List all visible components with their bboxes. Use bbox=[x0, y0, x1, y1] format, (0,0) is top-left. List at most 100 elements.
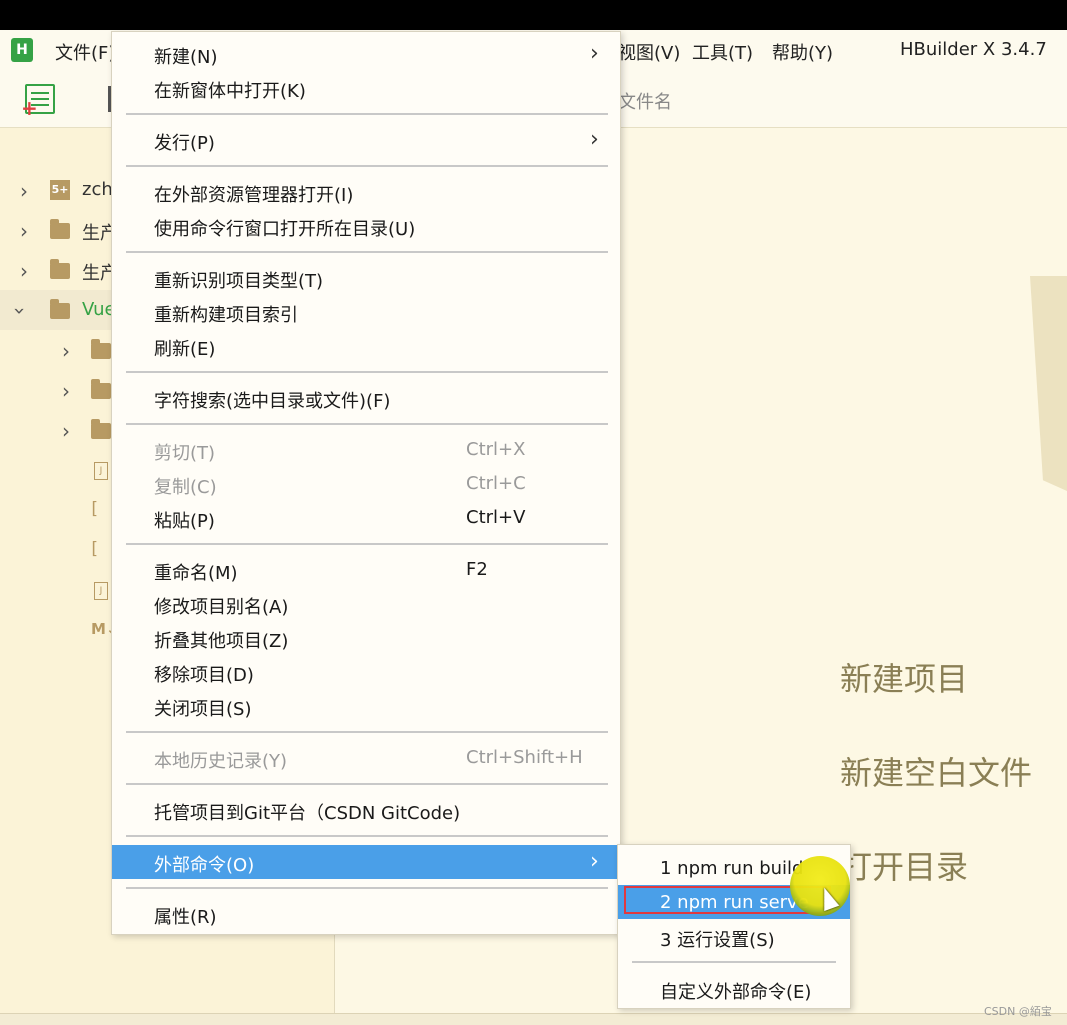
menu-help[interactable]: 帮助(Y) bbox=[772, 39, 833, 65]
menu-item-refresh[interactable]: 刷新(E) bbox=[112, 329, 620, 363]
menu-separator bbox=[632, 961, 836, 963]
menu-item-shortcut: Ctrl+Shift+H bbox=[466, 747, 583, 768]
menu-separator bbox=[126, 835, 608, 837]
decorative-shape bbox=[1030, 276, 1067, 491]
chevron-right-icon[interactable]: › bbox=[20, 259, 28, 283]
menu-item-copy[interactable]: 复制(C) Ctrl+C bbox=[112, 467, 620, 501]
menu-item-rebuild-index[interactable]: 重新构建项目索引 bbox=[112, 295, 620, 329]
menu-item-label: 重新构建项目索引 bbox=[154, 305, 298, 326]
submenu-item-run-settings[interactable]: 3 运行设置(S) bbox=[618, 919, 850, 953]
menu-item-label: 重新识别项目类型(T) bbox=[154, 271, 324, 292]
watermark: CSDN @絔宝 bbox=[984, 1005, 1052, 1018]
menu-separator bbox=[126, 371, 608, 373]
menu-item-shortcut: Ctrl+X bbox=[466, 439, 526, 460]
menu-item-remove[interactable]: 移除项目(D) bbox=[112, 655, 620, 689]
welcome-open-directory[interactable]: 打开目录 bbox=[840, 842, 968, 888]
welcome-new-blank-file[interactable]: 新建空白文件 bbox=[840, 748, 1032, 794]
menu-item-shortcut: Ctrl+C bbox=[466, 473, 526, 494]
context-menu: 新建(N) › 在新窗体中打开(K) 发行(P) › 在外部资源管理器打开(I)… bbox=[111, 31, 621, 935]
menu-separator bbox=[126, 731, 608, 733]
menu-item-label: 重命名(M) bbox=[154, 563, 238, 584]
menu-item-label: 字符搜索(选中目录或文件)(F) bbox=[154, 391, 391, 412]
menu-item-alias[interactable]: 修改项目别名(A) bbox=[112, 587, 620, 621]
menu-item-label: 剪切(T) bbox=[154, 443, 216, 464]
chevron-right-icon[interactable]: › bbox=[62, 379, 70, 403]
menu-item-label: 修改项目别名(A) bbox=[154, 597, 289, 618]
cursor-highlight bbox=[790, 856, 850, 916]
chevron-right-icon: › bbox=[590, 127, 599, 152]
menu-item-search[interactable]: 字符搜索(选中目录或文件)(F) bbox=[112, 381, 620, 415]
menu-item-history[interactable]: 本地历史记录(Y) Ctrl+Shift+H bbox=[112, 741, 620, 775]
project-s-icon: 5+ bbox=[50, 180, 70, 200]
file-search-hint[interactable]: 文件名 bbox=[618, 88, 672, 114]
chevron-right-icon[interactable]: › bbox=[62, 339, 70, 363]
menu-separator bbox=[126, 887, 608, 889]
menu-item-label: 在新窗体中打开(K) bbox=[154, 81, 306, 102]
folder-icon bbox=[91, 339, 111, 359]
menu-item-reidentify-type[interactable]: 重新识别项目类型(T) bbox=[112, 261, 620, 295]
menu-item-label: 发行(P) bbox=[154, 133, 215, 154]
menu-item-label: 新建(N) bbox=[154, 47, 218, 68]
welcome-new-project[interactable]: 新建项目 bbox=[840, 654, 968, 700]
menu-separator bbox=[126, 251, 608, 253]
js-file-icon: J bbox=[94, 462, 108, 480]
chevron-right-icon[interactable]: › bbox=[20, 219, 28, 243]
js-file-icon: J bbox=[94, 582, 108, 600]
menu-item-label: 关闭项目(S) bbox=[154, 699, 252, 720]
new-file-icon[interactable]: + bbox=[21, 84, 55, 118]
menu-item-label: 外部命令(O) bbox=[154, 855, 255, 876]
folder-icon bbox=[50, 259, 70, 279]
menu-item-shortcut: F2 bbox=[466, 559, 488, 580]
menu-item-label: 使用命令行窗口打开所在目录(U) bbox=[154, 219, 416, 240]
menu-item-cut[interactable]: 剪切(T) Ctrl+X bbox=[112, 433, 620, 467]
window-top-bar bbox=[0, 0, 1067, 30]
menu-item-label: 复制(C) bbox=[154, 477, 217, 498]
menu-item-close[interactable]: 关闭项目(S) bbox=[112, 689, 620, 723]
menu-file[interactable]: 文件(F) bbox=[55, 39, 115, 65]
menu-item-rename[interactable]: 重命名(M) F2 bbox=[112, 553, 620, 587]
menu-item-paste[interactable]: 粘贴(P) Ctrl+V bbox=[112, 501, 620, 535]
tree-item-label: zch bbox=[82, 179, 113, 200]
menu-item-new[interactable]: 新建(N) › bbox=[112, 37, 620, 71]
status-bar bbox=[0, 1013, 1067, 1025]
menu-separator bbox=[126, 113, 608, 115]
menu-item-label: 移除项目(D) bbox=[154, 665, 254, 686]
menu-item-label: 折叠其他项目(Z) bbox=[154, 631, 289, 652]
menu-item-fold-others[interactable]: 折叠其他项目(Z) bbox=[112, 621, 620, 655]
menu-separator bbox=[126, 165, 608, 167]
menu-separator bbox=[126, 543, 608, 545]
menu-item-properties[interactable]: 属性(R) bbox=[112, 897, 620, 931]
menu-separator bbox=[126, 783, 608, 785]
hbuilder-logo-icon: H bbox=[11, 38, 33, 62]
chevron-right-icon[interactable]: › bbox=[62, 419, 70, 443]
chevron-down-icon[interactable]: › bbox=[8, 307, 32, 315]
menu-item-label: 托管项目到Git平台（CSDN GitCode) bbox=[154, 803, 461, 824]
menu-separator bbox=[126, 423, 608, 425]
app-version: HBuilder X 3.4.7 bbox=[900, 39, 1047, 60]
folder-open-icon bbox=[50, 299, 70, 319]
menu-item-label: 刷新(E) bbox=[154, 339, 216, 360]
menu-item-external-commands[interactable]: 外部命令(O) › bbox=[112, 845, 620, 879]
folder-icon bbox=[50, 219, 70, 239]
menu-item-label: 粘贴(P) bbox=[154, 511, 215, 532]
folder-icon bbox=[91, 419, 111, 439]
menu-item-shortcut: Ctrl+V bbox=[466, 507, 526, 528]
submenu-item-label: 3 运行设置(S) bbox=[660, 930, 775, 951]
submenu-item-custom-command[interactable]: 自定义外部命令(E) bbox=[618, 971, 850, 1005]
folder-icon bbox=[91, 379, 111, 399]
menu-item-label: 本地历史记录(Y) bbox=[154, 751, 288, 772]
menu-item-open-explorer[interactable]: 在外部资源管理器打开(I) bbox=[112, 175, 620, 209]
chevron-right-icon[interactable]: › bbox=[20, 179, 28, 203]
menu-view[interactable]: 视图(V) bbox=[618, 39, 680, 65]
chevron-right-icon: › bbox=[590, 849, 599, 874]
menu-item-label: 属性(R) bbox=[154, 907, 217, 928]
menu-item-label: 在外部资源管理器打开(I) bbox=[154, 185, 354, 206]
submenu-item-label: 1 npm run build bbox=[660, 858, 804, 879]
menu-item-publish[interactable]: 发行(P) › bbox=[112, 123, 620, 157]
menu-item-git[interactable]: 托管项目到Git平台（CSDN GitCode) bbox=[112, 793, 620, 827]
menu-tools[interactable]: 工具(T) bbox=[692, 39, 753, 65]
menu-item-open-new-window[interactable]: 在新窗体中打开(K) bbox=[112, 71, 620, 105]
chevron-right-icon: › bbox=[590, 41, 599, 66]
submenu-item-label: 自定义外部命令(E) bbox=[660, 982, 812, 1003]
menu-item-open-cmd[interactable]: 使用命令行窗口打开所在目录(U) bbox=[112, 209, 620, 243]
